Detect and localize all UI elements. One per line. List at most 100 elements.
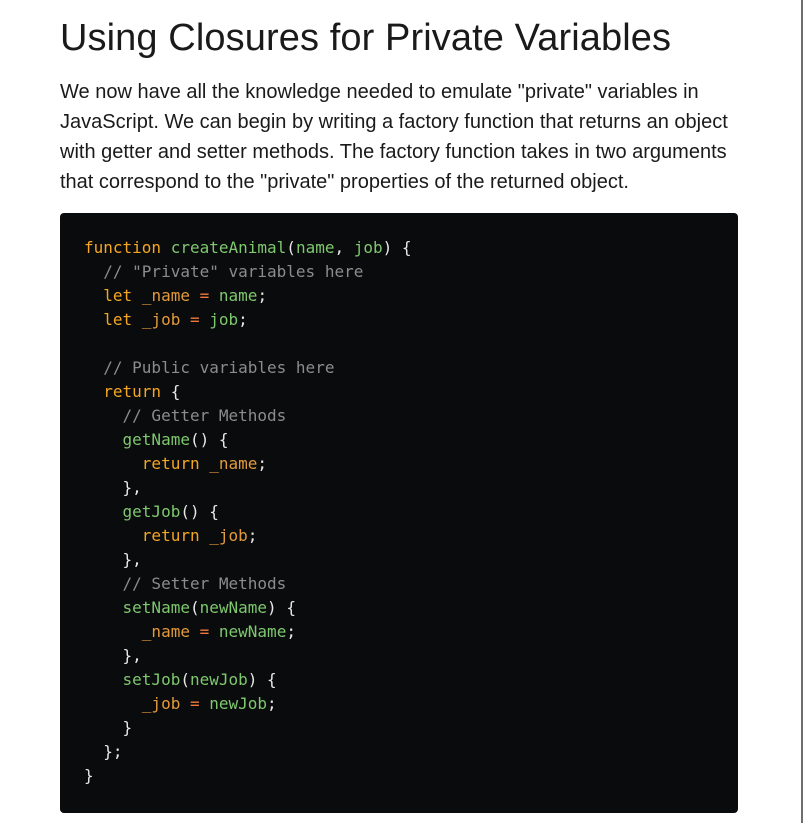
code-text: ; [267, 694, 277, 713]
code-keyword: let [103, 310, 133, 329]
code-line: // Getter Methods [84, 404, 714, 428]
page-title: Using Closures for Private Variables [60, 17, 672, 59]
code-line: // Public variables here [84, 356, 714, 380]
code-line: }, [84, 548, 714, 572]
code-text: () { [189, 430, 229, 449]
code-line: }, [84, 476, 714, 500]
code-keyword: let [103, 286, 133, 305]
code-text: () { [180, 502, 219, 521]
code-operator: = [199, 622, 210, 641]
code-text: ; [257, 286, 268, 305]
code-comment: // Public variables here [103, 358, 335, 377]
code-listing: function createAnimal(name, job) { // "P… [84, 236, 714, 788]
code-line: } [84, 716, 714, 740]
code-line: // "Private" variables here [84, 260, 714, 284]
code-line: getJob() { [84, 500, 714, 524]
code-line: setJob(newJob) { [84, 668, 714, 692]
intro-paragraph: We now have all the knowledge needed to … [60, 81, 728, 193]
code-line: }, [84, 644, 714, 668]
code-variable: _name [209, 454, 258, 473]
code-operator: = [189, 694, 200, 713]
code-identifier: newJob [189, 670, 248, 689]
code-identifier: job [209, 310, 239, 329]
code-keyword: function [84, 238, 162, 257]
code-variable: _job [141, 310, 181, 329]
code-keyword: return [141, 454, 200, 473]
code-variable: _name [141, 286, 190, 305]
code-text: } [84, 766, 94, 785]
code-comment: // "Private" variables here [103, 262, 364, 281]
code-line: getName() { [84, 428, 714, 452]
code-line: _name = newName; [84, 620, 714, 644]
code-line: function createAnimal(name, job) { [84, 236, 714, 260]
code-identifier: job [353, 238, 383, 257]
code-variable: _job [209, 526, 248, 545]
code-variable: _job [141, 694, 181, 713]
code-line: } [84, 764, 714, 788]
code-text: ; [238, 310, 248, 329]
code-text: }, [84, 550, 142, 569]
code-text: ; [247, 526, 258, 545]
code-text: ( [180, 670, 190, 689]
code-keyword: return [141, 526, 200, 545]
code-function-name: getJob [122, 502, 181, 521]
code-text: ) { [267, 598, 296, 617]
code-function-name: setJob [122, 670, 181, 689]
code-keyword: return [103, 382, 162, 401]
code-identifier: newName [218, 622, 287, 641]
code-line: return _job; [84, 524, 714, 548]
code-line: let _job = job; [84, 308, 714, 332]
code-text: ) { [247, 670, 277, 689]
code-line: let _name = name; [84, 284, 714, 308]
code-text: , [334, 238, 354, 257]
code-comment: // Getter Methods [122, 406, 287, 425]
code-identifier: name [218, 286, 258, 305]
code-text: { [161, 382, 181, 401]
code-text: ; [286, 622, 296, 641]
code-function-name: getName [122, 430, 190, 449]
code-function-name: createAnimal [170, 238, 287, 257]
code-text: }, [84, 646, 142, 665]
code-text: } [84, 718, 133, 737]
code-line: _job = newJob; [84, 692, 714, 716]
code-text: ( [286, 238, 296, 257]
code-text: }; [84, 742, 123, 761]
code-identifier: name [295, 238, 335, 257]
code-operator: = [189, 310, 200, 329]
code-line: // Setter Methods [84, 572, 714, 596]
code-text: }, [84, 478, 142, 497]
code-block: function createAnimal(name, job) { // "P… [60, 213, 738, 813]
code-identifier: newName [199, 598, 268, 617]
code-text: ) { [382, 238, 412, 257]
code-text: ( [189, 598, 200, 617]
code-function-name: setName [122, 598, 190, 617]
code-line: return { [84, 380, 714, 404]
code-line: }; [84, 740, 714, 764]
